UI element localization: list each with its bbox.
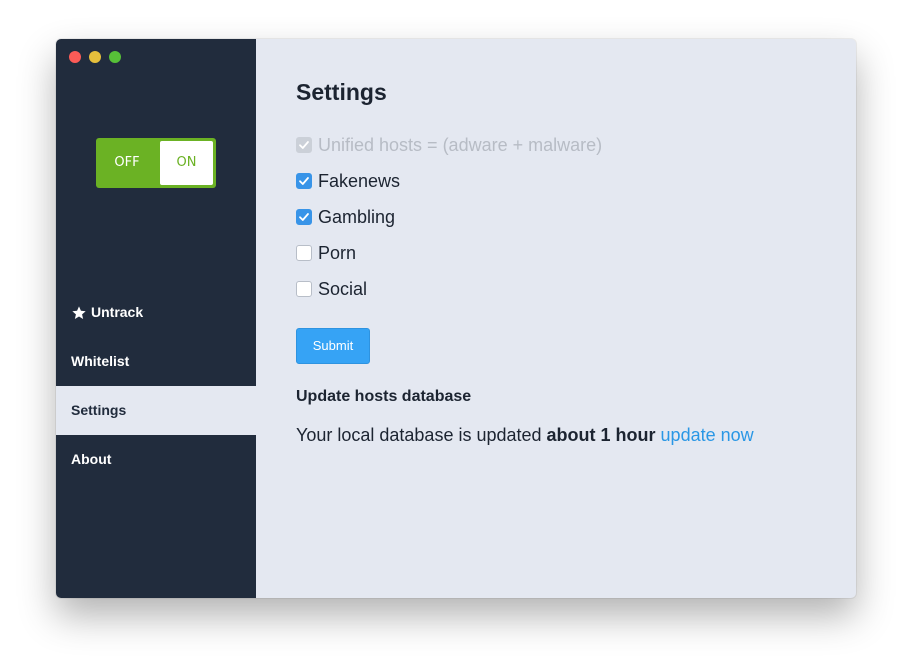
option-social[interactable]: Social bbox=[296, 271, 602, 307]
app-window: OFF ON Untrack Whitelist Settings About … bbox=[56, 39, 856, 598]
option-label[interactable]: Gambling bbox=[318, 207, 395, 228]
submit-button[interactable]: Submit bbox=[296, 328, 370, 364]
update-heading: Update hosts database bbox=[296, 388, 472, 405]
sidebar-item-settings[interactable]: Settings bbox=[56, 386, 256, 435]
sidebar-item-label: Untrack bbox=[91, 304, 144, 320]
check-icon bbox=[299, 177, 309, 185]
window-controls bbox=[69, 51, 121, 63]
update-text: Your local database is updated bbox=[296, 425, 547, 445]
sidebar-item-label: Whitelist bbox=[71, 353, 130, 369]
option-unified-hosts: Unified hosts = (adware + malware) bbox=[296, 127, 602, 163]
option-porn[interactable]: Porn bbox=[296, 235, 602, 271]
main-content: Settings Unified hosts = (adware + malwa… bbox=[256, 39, 856, 598]
sidebar-item-whitelist[interactable]: Whitelist bbox=[56, 337, 256, 386]
option-label[interactable]: Fakenews bbox=[318, 171, 400, 192]
check-icon bbox=[299, 141, 309, 149]
gambling-checkbox[interactable] bbox=[296, 209, 312, 225]
option-fakenews[interactable]: Fakenews bbox=[296, 163, 602, 199]
hosts-options: Unified hosts = (adware + malware) Faken… bbox=[296, 127, 602, 307]
close-window-button[interactable] bbox=[69, 51, 81, 63]
sidebar-item-label: About bbox=[71, 451, 112, 467]
zoom-window-button[interactable] bbox=[109, 51, 121, 63]
unified-hosts-checkbox bbox=[296, 137, 312, 153]
sidebar: OFF ON Untrack Whitelist Settings About bbox=[56, 39, 256, 598]
porn-checkbox[interactable] bbox=[296, 245, 312, 261]
option-label[interactable]: Porn bbox=[318, 243, 356, 264]
minimize-window-button[interactable] bbox=[89, 51, 101, 63]
page-title: Settings bbox=[296, 79, 387, 105]
fakenews-checkbox[interactable] bbox=[296, 173, 312, 189]
option-label: Unified hosts = (adware + malware) bbox=[318, 134, 603, 155]
toggle-off-label[interactable]: OFF bbox=[96, 138, 158, 188]
update-now-link[interactable]: update now bbox=[661, 425, 754, 445]
protection-toggle[interactable]: OFF ON bbox=[96, 138, 216, 188]
sidebar-item-about[interactable]: About bbox=[56, 435, 256, 484]
sidebar-nav: Untrack Whitelist Settings About bbox=[56, 288, 256, 484]
option-label[interactable]: Social bbox=[318, 279, 367, 300]
star-icon bbox=[72, 305, 86, 319]
sidebar-item-untrack[interactable]: Untrack bbox=[56, 288, 256, 337]
update-age: about 1 hour bbox=[546, 425, 656, 445]
toggle-on-label[interactable]: ON bbox=[160, 141, 213, 185]
sidebar-item-label: Settings bbox=[71, 402, 127, 418]
check-icon bbox=[299, 213, 309, 221]
option-gambling[interactable]: Gambling bbox=[296, 199, 602, 235]
update-status: Your local database is updated about 1 h… bbox=[296, 425, 754, 446]
social-checkbox[interactable] bbox=[296, 281, 312, 297]
